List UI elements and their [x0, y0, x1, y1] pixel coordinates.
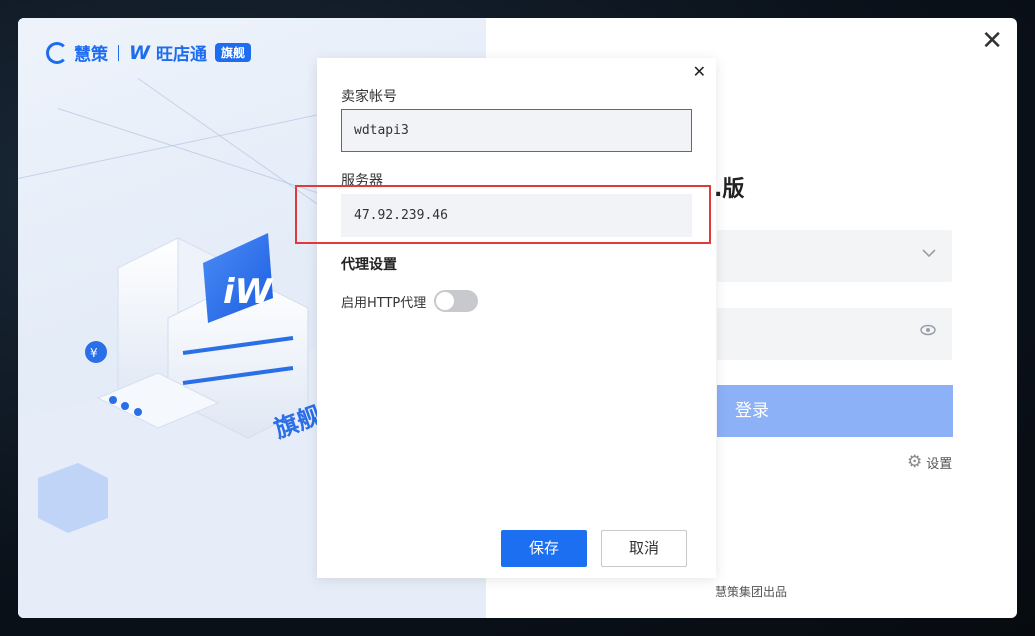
proxy-toggle[interactable] — [434, 290, 479, 312]
cancel-button[interactable]: 取消 — [601, 530, 687, 567]
save-button[interactable]: 保存 — [501, 530, 587, 567]
toggle-knob — [436, 292, 455, 310]
login-title: .版 — [714, 177, 745, 202]
seller-account-label: 卖家帐号 — [341, 89, 397, 105]
proxy-toggle-label: 启用HTTP代理 — [341, 295, 427, 311]
eye-icon[interactable] — [920, 324, 936, 340]
svg-text:¥: ¥ — [90, 346, 98, 360]
server-field-highlight — [295, 185, 711, 244]
dialog-close-button[interactable]: ✕ — [693, 62, 706, 81]
login-button[interactable]: 登录 — [717, 385, 953, 437]
server-settings-dialog: ✕ 卖家帐号 wdtapi3 服务器 47.92.239.46 代理设置 启用H… — [317, 58, 716, 578]
account-select[interactable] — [717, 230, 952, 282]
password-field[interactable] — [717, 308, 952, 360]
settings-link[interactable]: ⚙ 设置 — [907, 452, 952, 472]
window-close-button[interactable]: ✕ — [981, 28, 1003, 54]
footer-credit: 慧策集团出品 — [715, 585, 788, 599]
seller-account-input[interactable]: wdtapi3 — [341, 109, 692, 152]
gear-icon: ⚙ — [907, 452, 923, 472]
proxy-toggle-row: 启用HTTP代理 — [341, 290, 479, 312]
settings-label: 设置 — [926, 456, 953, 472]
proxy-section-title: 代理设置 — [341, 257, 397, 273]
seller-account-value: wdtapi3 — [354, 123, 409, 138]
svg-text:iW: iW — [223, 272, 274, 312]
chevron-down-icon[interactable] — [922, 246, 936, 262]
